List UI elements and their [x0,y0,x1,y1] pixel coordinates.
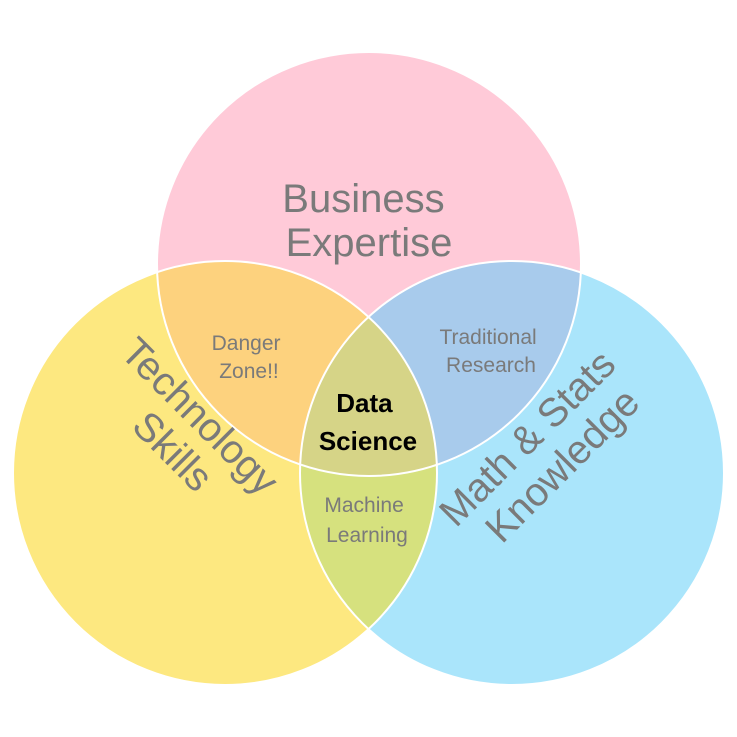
machine-learning-line-2: Learning [326,524,408,547]
data-science-line-1: Data [336,388,393,418]
traditional-research-line-1: Traditional [439,326,536,349]
danger-zone-line-1: Danger [212,332,281,355]
data-science-line-2: Science [319,426,417,456]
traditional-research-line-2: Research [446,354,536,377]
venn-svg: Business Expertise Technology Skills Mat… [12,51,725,686]
business-label: Business Expertise [282,177,455,265]
danger-zone-line-2: Zone!! [219,360,279,383]
venn-diagram: Business Expertise Technology Skills Mat… [0,0,737,737]
business-label-line-2: Expertise [286,221,453,265]
machine-learning-line-1: Machine [324,494,403,517]
business-label-line-1: Business [282,177,444,221]
